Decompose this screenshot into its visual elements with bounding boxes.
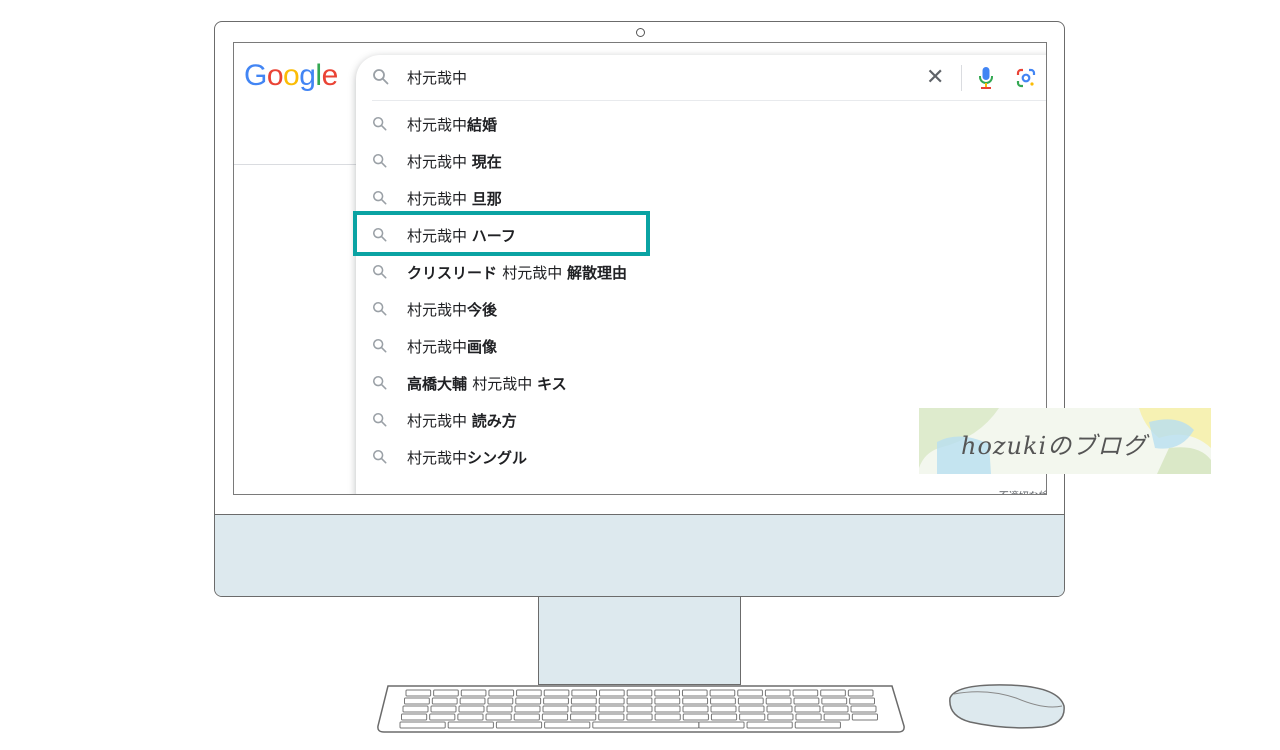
report-inappropriate-link[interactable]: 不適切な検索候補: [997, 487, 1046, 494]
search-icon: [372, 264, 387, 283]
suggestion-completion-bold: 解散理由: [567, 264, 628, 282]
header-divider: [234, 164, 359, 165]
watermark-text: hozukiのブログ: [961, 432, 1148, 460]
suggestion-query-part: 村元哉中: [502, 264, 568, 282]
close-icon[interactable]: ✕: [926, 67, 944, 89]
suggestion-query-part: 村元哉中: [407, 338, 468, 356]
suggestion-item[interactable]: 村元哉中結婚: [356, 105, 1046, 142]
suggestion-text: 村元哉中シングル: [407, 447, 527, 468]
suggestion-query-part: 村元哉中: [407, 301, 468, 319]
suggestion-query-part: 村元哉中: [407, 412, 472, 430]
suggestion-text: 村元哉中画像: [407, 336, 497, 357]
mouse-illustration: [949, 684, 1065, 729]
suggestion-text: 村元哉中今後: [407, 299, 497, 320]
suggestion-text: クリスリード 村元哉中 解散理由: [407, 262, 627, 283]
webcam-dot: [636, 28, 645, 37]
toolbar-separator: [961, 65, 962, 91]
highlight-box: [353, 211, 650, 256]
search-icon: [372, 449, 387, 468]
google-lens-icon[interactable]: [1016, 68, 1036, 92]
suggestion-query-part: 村元哉中: [407, 153, 472, 171]
suggestion-completion-bold: シングル: [467, 449, 528, 467]
search-icon: [372, 375, 387, 394]
suggestion-text: 村元哉中 読み方: [407, 410, 517, 431]
watermark: hozukiのブログ: [919, 408, 1211, 474]
monitor-chin: [215, 514, 1064, 596]
google-logo[interactable]: Google: [244, 59, 338, 93]
microphone-icon[interactable]: [978, 66, 994, 94]
monitor-stand: [538, 597, 741, 685]
suggestion-item[interactable]: 高橋大輔 村元哉中 キス: [356, 364, 1046, 401]
suggestion-prefix-bold: クリスリード: [407, 264, 503, 282]
suggestion-completion-bold: 今後: [467, 301, 498, 319]
suggestion-completion-bold: キス: [537, 375, 567, 393]
suggestion-query-part: 村元哉中: [407, 116, 468, 134]
suggestion-text: 村元哉中 現在: [407, 151, 502, 172]
suggestion-query-part: 村元哉中: [407, 190, 472, 208]
suggestion-text: 高橋大輔 村元哉中 キス: [407, 373, 567, 394]
search-icon: [372, 412, 387, 431]
suggestion-completion-bold: 読み方: [471, 412, 517, 430]
suggestion-completion-bold: 結婚: [467, 116, 498, 134]
suggestion-item[interactable]: 村元哉中 現在: [356, 142, 1046, 179]
suggestion-completion-bold: 画像: [467, 338, 498, 356]
keyboard-illustration: [377, 685, 905, 733]
search-box[interactable]: 村元哉中 ✕: [356, 55, 1046, 101]
suggestion-item[interactable]: クリスリード 村元哉中 解散理由: [356, 253, 1046, 290]
suggestion-completion-bold: 現在: [471, 153, 502, 171]
search-input[interactable]: 村元哉中: [407, 67, 467, 88]
suggestion-text: 村元哉中結婚: [407, 114, 497, 135]
suggestion-completion-bold: 旦那: [471, 190, 502, 208]
search-icon: [372, 153, 387, 172]
search-icon: [372, 116, 387, 135]
suggestion-prefix-bold: 高橋大輔: [407, 375, 473, 393]
suggestion-item[interactable]: 村元哉中画像: [356, 327, 1046, 364]
suggestion-text: 村元哉中 旦那: [407, 188, 502, 209]
search-icon: [372, 338, 387, 357]
search-icon: [372, 301, 387, 320]
suggestion-query-part: 村元哉中: [407, 449, 468, 467]
search-icon: [372, 68, 389, 89]
suggestion-item[interactable]: 村元哉中今後: [356, 290, 1046, 327]
search-icon: [372, 190, 387, 209]
search-box-divider: [372, 100, 1046, 101]
suggestion-query-part: 村元哉中: [472, 375, 538, 393]
